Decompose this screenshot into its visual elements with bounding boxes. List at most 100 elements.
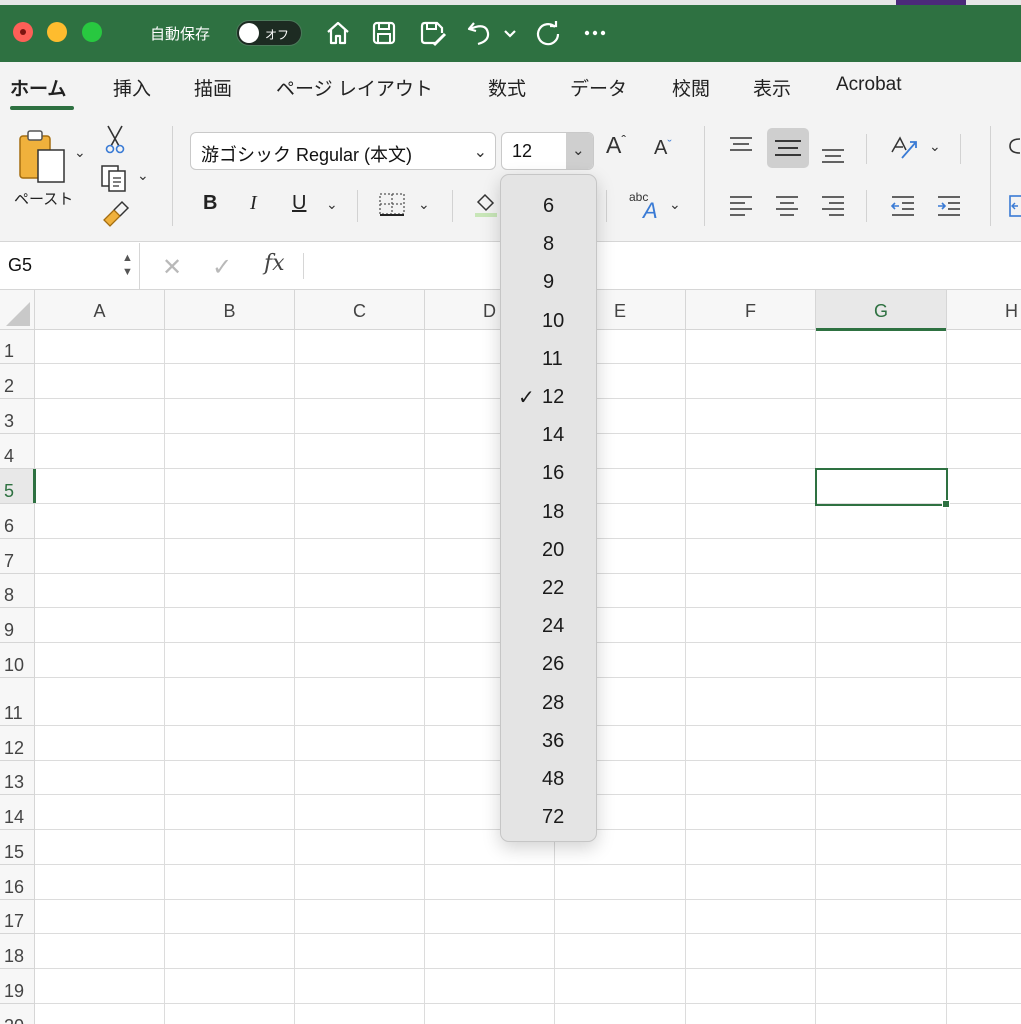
font-size-combobox[interactable]: 12 ⌄	[501, 132, 594, 170]
text-effect-letter[interactable]: A	[643, 198, 658, 224]
tab-formulas[interactable]: 数式	[488, 74, 526, 101]
row-header-15[interactable]: 15	[0, 830, 35, 865]
zoom-window-button[interactable]	[82, 22, 102, 42]
align-top-icon[interactable]	[727, 134, 755, 158]
formula-input[interactable]	[310, 251, 1010, 281]
tab-page-layout[interactable]: ページ レイアウト	[276, 74, 433, 101]
save-edit-icon[interactable]	[417, 18, 447, 48]
tab-acrobat[interactable]: Acrobat	[836, 74, 901, 96]
row-header-3[interactable]: 3	[0, 399, 35, 434]
row-header-8[interactable]: 8	[0, 574, 35, 608]
tab-view[interactable]: 表示	[753, 74, 791, 101]
font-name-combobox[interactable]: 游ゴシック Regular (本文) ⌄	[190, 132, 496, 170]
orientation-dropdown-icon[interactable]: ⌄	[929, 138, 941, 155]
font-size-option-20[interactable]: 20	[501, 531, 596, 569]
font-size-option-24[interactable]: 24	[501, 607, 596, 645]
font-size-option-22[interactable]: 22	[501, 569, 596, 607]
font-size-option-8[interactable]: 8	[501, 225, 596, 263]
column-header-c[interactable]: C	[295, 290, 425, 330]
save-icon[interactable]	[369, 18, 399, 48]
minimize-window-button[interactable]	[47, 22, 67, 42]
copy-dropdown-icon[interactable]: ⌄	[137, 167, 149, 184]
font-size-option-16[interactable]: 16	[501, 454, 596, 492]
tab-draw[interactable]: 描画	[194, 74, 232, 101]
undo-icon[interactable]	[464, 18, 494, 48]
paste-button[interactable]	[16, 126, 72, 186]
merge-cells-icon[interactable]	[1008, 194, 1021, 218]
bold-button[interactable]: B	[203, 192, 217, 215]
active-cell-g5[interactable]	[815, 468, 948, 506]
align-center-icon[interactable]	[773, 192, 801, 218]
row-header-2[interactable]: 2	[0, 364, 35, 399]
close-window-button[interactable]	[13, 22, 33, 42]
column-header-b[interactable]: B	[165, 290, 295, 330]
row-header-17[interactable]: 17	[0, 900, 35, 934]
redo-icon[interactable]	[533, 18, 563, 48]
row-header-6[interactable]: 6	[0, 504, 35, 539]
font-size-option-12[interactable]: ✓ 12	[501, 378, 596, 416]
insert-function-button[interactable]: fx	[264, 251, 285, 276]
column-header-g[interactable]: G	[816, 290, 947, 331]
fill-color-icon[interactable]	[473, 192, 499, 218]
increase-indent-icon[interactable]	[935, 192, 963, 218]
name-box[interactable]: G5 ▲ ▼	[0, 243, 140, 289]
align-bottom-icon[interactable]	[819, 142, 847, 166]
font-size-option-72[interactable]: 72	[501, 798, 596, 836]
tab-review[interactable]: 校閲	[672, 74, 710, 101]
underline-dropdown-icon[interactable]: ⌄	[326, 196, 338, 213]
font-size-option-10[interactable]: 10	[501, 302, 596, 340]
more-icon[interactable]	[580, 18, 610, 48]
decrease-indent-icon[interactable]	[889, 192, 917, 218]
row-header-4[interactable]: 4	[0, 434, 35, 469]
tab-data[interactable]: データ	[570, 74, 627, 101]
row-header-20[interactable]: 20	[0, 1004, 35, 1024]
row-header-1[interactable]: 1	[0, 330, 35, 364]
font-size-option-9[interactable]: 9	[501, 263, 596, 301]
font-size-option-48[interactable]: 48	[501, 760, 596, 798]
autosave-toggle[interactable]: オフ	[236, 20, 302, 46]
wrap-text-icon[interactable]	[1006, 134, 1021, 160]
column-header-a[interactable]: A	[35, 290, 165, 330]
underline-button[interactable]: U	[292, 192, 306, 215]
undo-dropdown-icon[interactable]	[500, 18, 520, 48]
text-effect-dropdown-icon[interactable]: ⌄	[669, 196, 681, 213]
row-header-16[interactable]: 16	[0, 865, 35, 900]
font-size-option-18[interactable]: 18	[501, 493, 596, 531]
row-header-9[interactable]: 9	[0, 608, 35, 643]
align-right-icon[interactable]	[819, 192, 847, 218]
column-header-f[interactable]: F	[686, 290, 816, 330]
align-middle-button[interactable]	[767, 128, 809, 168]
borders-dropdown-icon[interactable]: ⌄	[418, 196, 430, 213]
font-size-option-28[interactable]: 28	[501, 684, 596, 722]
cancel-formula-button[interactable]: ✕	[162, 253, 182, 282]
italic-button[interactable]: I	[250, 192, 257, 215]
column-header-h[interactable]: H	[947, 290, 1021, 330]
font-size-option-36[interactable]: 36	[501, 722, 596, 760]
select-all-button[interactable]	[0, 290, 35, 330]
format-painter-icon[interactable]	[100, 200, 130, 228]
home-icon[interactable]	[323, 18, 353, 48]
row-header-18[interactable]: 18	[0, 934, 35, 969]
row-header-5[interactable]: 5	[0, 469, 36, 504]
copy-icon[interactable]	[100, 164, 130, 192]
row-header-13[interactable]: 13	[0, 761, 35, 795]
row-header-11[interactable]: 11	[0, 678, 35, 726]
row-header-7[interactable]: 7	[0, 539, 35, 574]
font-size-option-26[interactable]: 26	[501, 645, 596, 683]
font-size-dropdown-button[interactable]: ⌄	[566, 133, 593, 169]
font-size-option-14[interactable]: 14	[501, 416, 596, 454]
name-box-stepper-icon[interactable]: ▲ ▼	[122, 251, 133, 279]
fill-handle[interactable]	[942, 500, 950, 508]
orientation-icon[interactable]	[888, 132, 920, 162]
decrease-font-size-button[interactable]: Aˇ	[654, 137, 672, 160]
font-size-option-11[interactable]: 11	[501, 340, 596, 378]
tab-home[interactable]: ホーム	[10, 74, 66, 101]
row-header-10[interactable]: 10	[0, 643, 35, 678]
font-size-option-6[interactable]: 6	[501, 187, 596, 225]
row-header-14[interactable]: 14	[0, 795, 35, 830]
paste-dropdown-icon[interactable]: ⌄	[74, 144, 86, 161]
borders-icon[interactable]	[378, 192, 406, 218]
cut-icon[interactable]	[104, 124, 126, 154]
tab-insert[interactable]: 挿入	[113, 74, 151, 101]
increase-font-size-button[interactable]: Aˆ	[606, 132, 626, 159]
